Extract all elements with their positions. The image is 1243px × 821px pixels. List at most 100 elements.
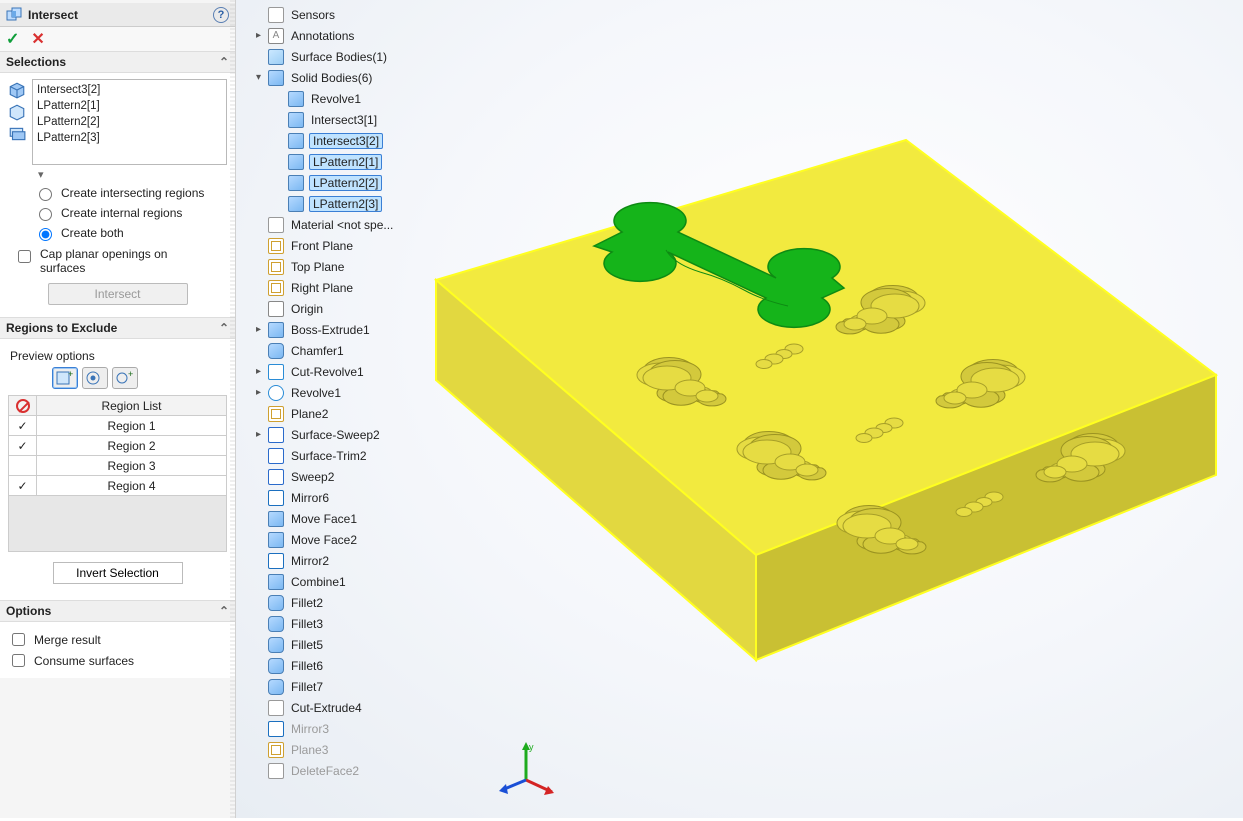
tree-node[interactable]: Move Face2 bbox=[254, 529, 464, 550]
region-checkbox-cell[interactable]: ✓ bbox=[9, 436, 37, 456]
tree-node[interactable]: LPattern2[3] bbox=[254, 193, 464, 214]
consume-surfaces-checkbox[interactable]: Consume surfaces bbox=[8, 651, 227, 670]
preview-exclude-button[interactable] bbox=[82, 367, 108, 389]
feature-tree[interactable]: Sensors▸AAnnotationsSurface Bodies(1)▾So… bbox=[254, 4, 464, 781]
tree-node-label: Boss-Extrude1 bbox=[289, 323, 372, 337]
panel-resize-grip[interactable] bbox=[230, 0, 235, 818]
tree-node[interactable]: Right Plane bbox=[254, 277, 464, 298]
ok-button[interactable]: ✓ bbox=[6, 29, 19, 49]
radio-create-intersecting[interactable]: Create intersecting regions bbox=[34, 185, 227, 201]
cube-icon bbox=[288, 196, 304, 212]
tree-twist-icon[interactable]: ▸ bbox=[254, 30, 263, 41]
tree-node[interactable]: ▸AAnnotations bbox=[254, 25, 464, 46]
tree-node[interactable]: Top Plane bbox=[254, 256, 464, 277]
region-label: Region 2 bbox=[37, 436, 227, 456]
tree-twist-icon[interactable]: ▸ bbox=[254, 429, 263, 440]
tree-node[interactable]: ▸Surface-Sweep2 bbox=[254, 424, 464, 445]
merge-result-checkbox[interactable]: Merge result bbox=[8, 630, 227, 649]
radio-create-both[interactable]: Create both bbox=[34, 225, 227, 241]
tree-twist-icon[interactable]: ▸ bbox=[254, 324, 263, 335]
tree-node[interactable]: Intersect3[1] bbox=[254, 109, 464, 130]
tree-node[interactable]: Combine1 bbox=[254, 571, 464, 592]
preview-both-button[interactable]: + bbox=[112, 367, 138, 389]
region-row[interactable]: ✓Region 1 bbox=[9, 416, 227, 436]
tree-node[interactable]: Mirror2 bbox=[254, 550, 464, 571]
region-checkbox-cell[interactable] bbox=[9, 456, 37, 476]
tree-node-label: Cut-Revolve1 bbox=[289, 365, 366, 379]
tree-node[interactable]: ▸ Cut-Revolve1 bbox=[254, 361, 464, 382]
tree-twist-icon[interactable]: ▸ bbox=[254, 366, 263, 377]
graphics-area[interactable]: y Sensors▸AAnnotationsSurface Bodies(1)▾… bbox=[236, 0, 1243, 818]
surface-body-selector-icon[interactable] bbox=[8, 103, 26, 121]
reference-triad[interactable]: y bbox=[496, 740, 556, 800]
tree-node[interactable]: Material <not spe... bbox=[254, 214, 464, 235]
tree-node[interactable]: Mirror6 bbox=[254, 487, 464, 508]
tree-node-label: LPattern2[1] bbox=[309, 154, 382, 170]
tree-node[interactable]: ▾ Solid Bodies(6) bbox=[254, 67, 464, 88]
tree-node[interactable]: Chamfer1 bbox=[254, 340, 464, 361]
tree-node[interactable]: ▸Revolve1 bbox=[254, 382, 464, 403]
tree-node[interactable]: Intersect3[2] bbox=[254, 130, 464, 151]
cap-planar-checkbox[interactable]: Cap planar openings on surfaces bbox=[14, 247, 227, 275]
tree-node[interactable]: Surface-Trim2 bbox=[254, 445, 464, 466]
fillet-icon bbox=[268, 616, 284, 632]
tree-node[interactable]: Origin bbox=[254, 298, 464, 319]
tree-node[interactable]: Sensors bbox=[254, 4, 464, 25]
solid-body-selector-icon[interactable] bbox=[8, 81, 26, 99]
selection-toggle-icon[interactable]: ▾ bbox=[38, 168, 227, 181]
selections-header[interactable]: Selections ⌃ bbox=[0, 51, 235, 73]
region-row[interactable]: Region 3 bbox=[9, 456, 227, 476]
selection-list[interactable]: Intersect3[2]LPattern2[1]LPattern2[2]LPa… bbox=[32, 79, 227, 165]
tree-node[interactable]: Mirror3 bbox=[254, 718, 464, 739]
tree-node[interactable]: Fillet5 bbox=[254, 634, 464, 655]
selection-list-item[interactable]: LPattern2[2] bbox=[37, 114, 222, 130]
tree-twist-icon[interactable]: ▸ bbox=[254, 387, 263, 398]
selection-list-item[interactable]: Intersect3[2] bbox=[37, 82, 222, 98]
radio-create-internal[interactable]: Create internal regions bbox=[34, 205, 227, 221]
tree-node[interactable]: Fillet6 bbox=[254, 655, 464, 676]
tree-node[interactable]: Fillet2 bbox=[254, 592, 464, 613]
fillet-icon bbox=[268, 595, 284, 611]
tree-node[interactable]: Surface Bodies(1) bbox=[254, 46, 464, 67]
tree-twist-icon[interactable]: ▾ bbox=[254, 72, 263, 83]
tree-node[interactable]: Revolve1 bbox=[254, 88, 464, 109]
region-row[interactable]: ✓Region 2 bbox=[9, 436, 227, 456]
combine-icon bbox=[268, 574, 284, 590]
region-row[interactable]: ✓Region 4 bbox=[9, 476, 227, 496]
plane-icon bbox=[268, 280, 284, 296]
options-header[interactable]: Options ⌃ bbox=[0, 600, 235, 622]
tree-node[interactable]: LPattern2[2] bbox=[254, 172, 464, 193]
tree-node-label: Mirror3 bbox=[289, 722, 331, 736]
tree-node[interactable]: ▸ Boss-Extrude1 bbox=[254, 319, 464, 340]
tree-node[interactable]: Cut-Extrude4 bbox=[254, 697, 464, 718]
tree-node[interactable]: Move Face1 bbox=[254, 508, 464, 529]
tree-node[interactable]: DeleteFace2 bbox=[254, 760, 464, 781]
preview-include-button[interactable]: + bbox=[52, 367, 78, 389]
regions-header[interactable]: Regions to Exclude ⌃ bbox=[0, 317, 235, 339]
folder-icon bbox=[268, 70, 284, 86]
tree-node[interactable]: Fillet3 bbox=[254, 613, 464, 634]
tree-node[interactable]: Fillet7 bbox=[254, 676, 464, 697]
invert-selection-button[interactable]: Invert Selection bbox=[53, 562, 183, 584]
cancel-button[interactable]: ✕ bbox=[31, 29, 44, 49]
intersect-button[interactable]: Intersect bbox=[48, 283, 188, 305]
options-body: Merge result Consume surfaces bbox=[0, 622, 235, 678]
region-checkbox-cell[interactable]: ✓ bbox=[9, 416, 37, 436]
ann-icon: A bbox=[268, 28, 284, 44]
region-checkbox-cell[interactable]: ✓ bbox=[9, 476, 37, 496]
tree-node[interactable]: Plane3 bbox=[254, 739, 464, 760]
tree-node-label: Solid Bodies(6) bbox=[289, 71, 374, 85]
tree-node[interactable]: Plane2 bbox=[254, 403, 464, 424]
plane-selector-icon[interactable] bbox=[8, 125, 26, 143]
cube-icon bbox=[288, 133, 304, 149]
tree-node[interactable]: Sweep2 bbox=[254, 466, 464, 487]
tree-node[interactable]: LPattern2[1] bbox=[254, 151, 464, 172]
selection-list-item[interactable]: LPattern2[3] bbox=[37, 130, 222, 146]
tree-node[interactable]: Front Plane bbox=[254, 235, 464, 256]
selection-list-item[interactable]: LPattern2[1] bbox=[37, 98, 222, 114]
options-heading-label: Options bbox=[6, 604, 51, 618]
help-icon[interactable]: ? bbox=[213, 7, 229, 23]
region-list-exclude-header bbox=[9, 396, 37, 416]
panel-header: Intersect ? bbox=[0, 3, 235, 27]
cube-icon bbox=[288, 175, 304, 191]
